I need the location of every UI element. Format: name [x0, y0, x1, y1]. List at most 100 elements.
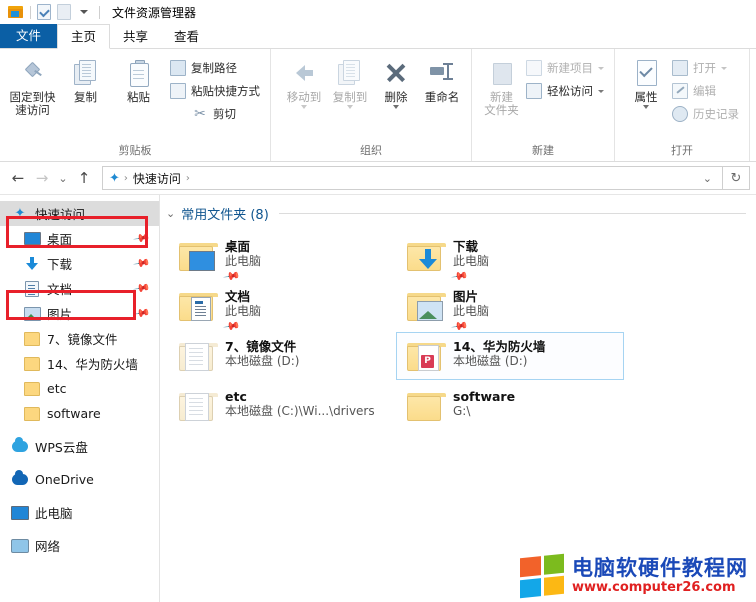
sidebar-gap-2: [0, 459, 159, 467]
breadcrumb[interactable]: ✦ › 快速访问 › ⌄: [102, 166, 723, 190]
paste-button[interactable]: 粘贴: [112, 53, 165, 104]
copy-to-caret-icon[interactable]: [347, 105, 353, 109]
properties-icon: [633, 57, 659, 89]
sidebar-item-pictures[interactable]: 图片 📌: [0, 301, 159, 326]
tile-name: software: [453, 389, 516, 404]
sidebar-item-this-pc[interactable]: 此电脑: [0, 500, 159, 525]
breadcrumb-dropdown-icon[interactable]: ⌄: [697, 172, 718, 185]
open-caret-icon[interactable]: [721, 66, 727, 70]
move-to-caret-icon[interactable]: [301, 105, 307, 109]
customize-qat-caret-icon[interactable]: [75, 3, 93, 21]
new-item-button[interactable]: 新建项目: [521, 58, 608, 78]
pin-icon[interactable]: 📌: [133, 254, 152, 273]
sidebar-item-huawei-firewall[interactable]: 14、华为防火墙: [0, 351, 159, 376]
move-to-icon: [295, 57, 313, 89]
edit-button[interactable]: 编辑: [667, 81, 743, 101]
delete-button[interactable]: 删除: [373, 53, 419, 109]
sidebar-item-downloads[interactable]: 下载 📌: [0, 251, 159, 276]
sidebar-item-network[interactable]: 网络: [0, 533, 159, 558]
forward-button[interactable]: →: [30, 166, 54, 190]
sidebar-item-onedrive[interactable]: OneDrive: [0, 467, 159, 492]
pin-icon[interactable]: 📌: [133, 304, 152, 323]
group-header-label: 常用文件夹 (8): [181, 207, 269, 223]
new-folder-label-line1: 新建: [490, 90, 513, 104]
breadcrumb-item-quick-access[interactable]: 快速访问: [129, 170, 185, 187]
copy-button[interactable]: 复制: [59, 53, 112, 104]
new-folder-icon: [489, 57, 515, 89]
folder-downloads-icon: [403, 237, 449, 279]
copy-to-button[interactable]: 复制到: [327, 53, 373, 109]
properties-caret-icon[interactable]: [643, 105, 649, 109]
properties-button[interactable]: 属性: [625, 53, 667, 109]
delete-label: 删除: [384, 90, 408, 104]
copy-to-icon: [338, 57, 362, 89]
ribbon-tabs: 文件 主页 共享 查看: [0, 24, 756, 49]
history-button[interactable]: 历史记录: [667, 104, 743, 124]
clipboard-small-commands: 复制路径 粘贴快捷方式 ✂ 剪切: [165, 53, 264, 124]
properties-icon[interactable]: [35, 3, 53, 21]
easy-access-caret-icon[interactable]: [598, 89, 604, 93]
recent-locations-button[interactable]: ⌄: [54, 166, 72, 190]
new-folder-button[interactable]: 新建 文件夹: [482, 53, 521, 117]
copy-icon: [73, 57, 98, 89]
pin-to-quick-access-button[interactable]: 固定到快 速访问: [6, 53, 59, 117]
open-label: 打开: [693, 61, 716, 75]
tile-name: 7、镜像文件: [225, 339, 297, 354]
tile-item[interactable]: software G:\: [396, 382, 624, 430]
new-folder-icon[interactable]: [55, 3, 73, 21]
tile-item[interactable]: 7、镜像文件 本地磁盘 (D:): [168, 332, 396, 380]
delete-caret-icon[interactable]: [393, 105, 399, 109]
sidebar-item-label: 下载: [47, 257, 73, 272]
tile-item[interactable]: P 14、华为防火墙 本地磁盘 (D:): [396, 332, 624, 380]
content-area: ✦ 快速访问 桌面 📌 下载 📌 文档 📌 图片 📌 7、镜像文件 14、华为防…: [0, 195, 756, 602]
tile-item[interactable]: 桌面 此电脑 📌: [168, 232, 396, 286]
sidebar-item-label: 网络: [35, 539, 61, 554]
pin-icon[interactable]: 📌: [133, 279, 152, 298]
tile-item[interactable]: 文档 此电脑 📌: [168, 282, 396, 336]
sidebar-item-wps-cloud[interactable]: WPS云盘: [0, 434, 159, 459]
sidebar-item-label: software: [47, 406, 101, 421]
sidebar-item-images-folder[interactable]: 7、镜像文件: [0, 326, 159, 351]
network-icon: [10, 538, 30, 553]
tab-view[interactable]: 查看: [161, 25, 212, 48]
chevron-down-icon[interactable]: ⌄: [166, 207, 175, 220]
up-button[interactable]: ↑: [72, 166, 96, 190]
pin-label-line2: 速访问: [15, 103, 50, 117]
pin-label-line1: 固定到快: [9, 90, 56, 104]
sidebar-item-etc[interactable]: etc: [0, 376, 159, 401]
new-small-commands: 新建项目 轻松访问: [521, 53, 608, 101]
navigation-pane: ✦ 快速访问 桌面 📌 下载 📌 文档 📌 图片 📌 7、镜像文件 14、华为防…: [0, 195, 160, 602]
group-header-rule: [278, 212, 746, 214]
tab-file[interactable]: 文件: [0, 24, 58, 48]
file-list-pane[interactable]: ⌄ 常用文件夹 (8) 桌面 此电脑 📌 下载 此电脑 📌 文档 此电脑 📌 图…: [160, 195, 756, 602]
open-button[interactable]: 打开: [667, 58, 743, 78]
tile-item[interactable]: 图片 此电脑 📌: [396, 282, 624, 336]
group-header-frequent-folders[interactable]: ⌄ 常用文件夹 (8): [160, 195, 756, 227]
cut-icon: ✂: [194, 106, 206, 122]
rename-button[interactable]: 重命名: [419, 53, 465, 104]
group-label-clipboard: 剪贴板: [118, 144, 152, 157]
cut-button[interactable]: ✂ 剪切: [187, 104, 264, 124]
sidebar-item-documents[interactable]: 文档 📌: [0, 276, 159, 301]
tab-home[interactable]: 主页: [57, 24, 111, 49]
move-to-label: 移动到: [286, 90, 322, 104]
open-small-commands: 打开 编辑 历史记录: [667, 53, 743, 124]
explorer-icon[interactable]: [6, 3, 24, 21]
back-button[interactable]: ←: [6, 166, 30, 190]
tile-item[interactable]: 下载 此电脑 📌: [396, 232, 624, 286]
watermark-site-url: www.computer26.com: [572, 580, 736, 595]
pin-icon[interactable]: 📌: [133, 229, 152, 248]
paste-shortcut-button[interactable]: 粘贴快捷方式: [165, 81, 264, 101]
sidebar-item-software[interactable]: software: [0, 401, 159, 426]
breadcrumb-separator-1[interactable]: ›: [185, 173, 191, 184]
sidebar-item-quick-access[interactable]: ✦ 快速访问: [0, 201, 159, 226]
refresh-button[interactable]: ↻: [723, 166, 750, 190]
new-item-caret-icon[interactable]: [598, 66, 604, 70]
copy-path-button[interactable]: 复制路径: [165, 58, 264, 78]
tile-item[interactable]: etc 本地磁盘 (C:)\Wi...\drivers: [168, 382, 396, 430]
group-label-organize: 组织: [360, 144, 382, 157]
move-to-button[interactable]: 移动到: [281, 53, 327, 109]
tab-share[interactable]: 共享: [110, 25, 161, 48]
sidebar-item-desktop[interactable]: 桌面 📌: [0, 226, 159, 251]
easy-access-button[interactable]: 轻松访问: [521, 81, 608, 101]
